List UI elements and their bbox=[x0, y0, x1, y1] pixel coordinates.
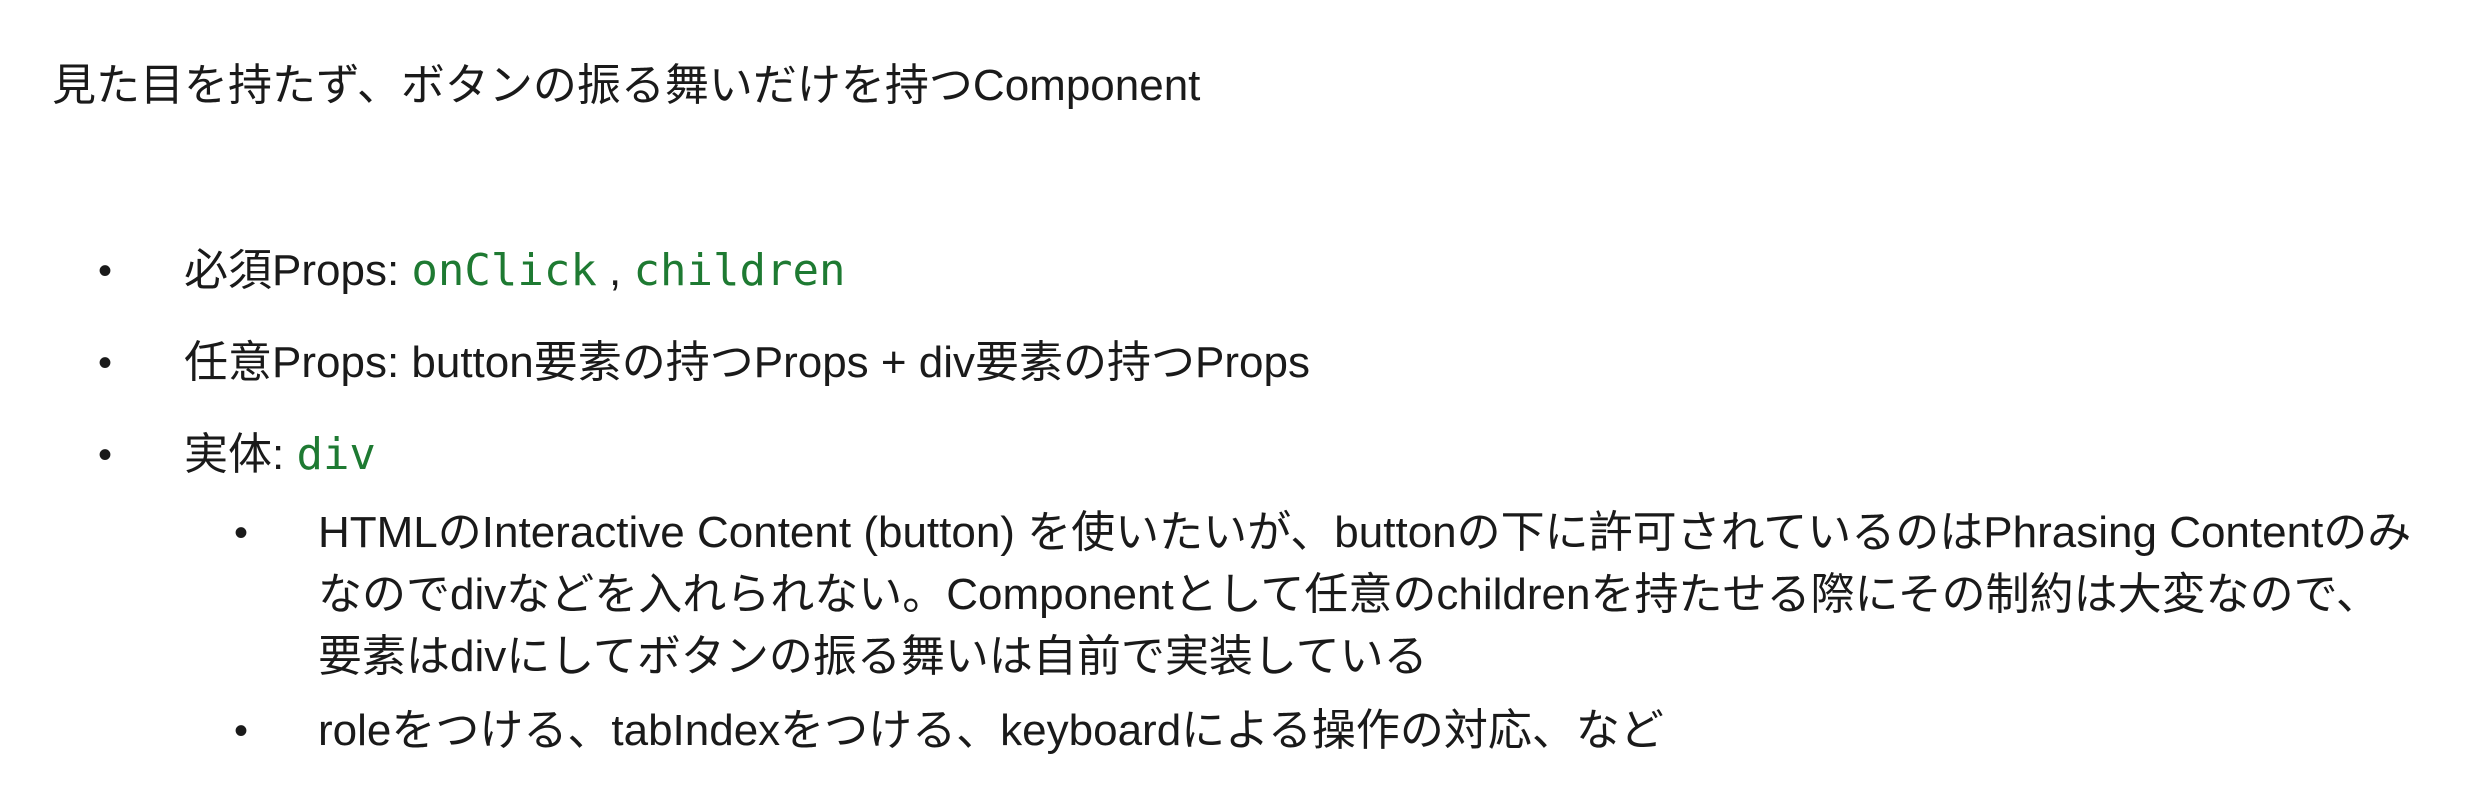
bullet-icon: • bbox=[234, 511, 249, 555]
sub-item-line: roleをつける、tabIndexをつける、keyboardによる操作の対応、な… bbox=[318, 706, 1664, 755]
bullet-icon: • bbox=[98, 433, 113, 477]
code-div: div bbox=[296, 429, 376, 480]
entity-label: 実体: bbox=[184, 430, 297, 479]
slide-title: 見た目を持たず、ボタンの振る舞いだけを持つComponent bbox=[52, 61, 1201, 110]
sub-item-explanation: HTMLのInteractive Content (button) を使いたいが… bbox=[318, 502, 2468, 688]
sub-item-implementation: roleをつける、tabIndexをつける、keyboardによる操作の対応、な… bbox=[318, 700, 2468, 762]
slide: 見た目を持たず、ボタンの振る舞いだけを持つComponent • 必須Props… bbox=[0, 0, 2484, 804]
code-onclick: onClick bbox=[411, 245, 597, 296]
sub-item-line: なのでdivなどを入れられない。Componentとして任意のchildrenを… bbox=[318, 570, 2380, 619]
list-item-entity: 実体: div bbox=[184, 424, 376, 486]
sub-item-line: 要素はdivにしてボタンの振る舞いは自前で実装している bbox=[318, 632, 1428, 681]
list-item-required-props: 必須Props: onClick , children bbox=[184, 240, 845, 302]
bullet-icon: • bbox=[98, 341, 113, 385]
bullet-icon: • bbox=[234, 709, 249, 753]
list-item-optional-props: 任意Props: button要素の持つProps + div要素の持つProp… bbox=[184, 338, 1310, 387]
sub-item-line: HTMLのInteractive Content (button) を使いたいが… bbox=[318, 508, 2412, 557]
code-children: children bbox=[633, 245, 846, 296]
required-props-label: 必須Props: bbox=[184, 246, 412, 295]
bullet-icon: • bbox=[98, 249, 113, 293]
separator: , bbox=[596, 246, 634, 295]
